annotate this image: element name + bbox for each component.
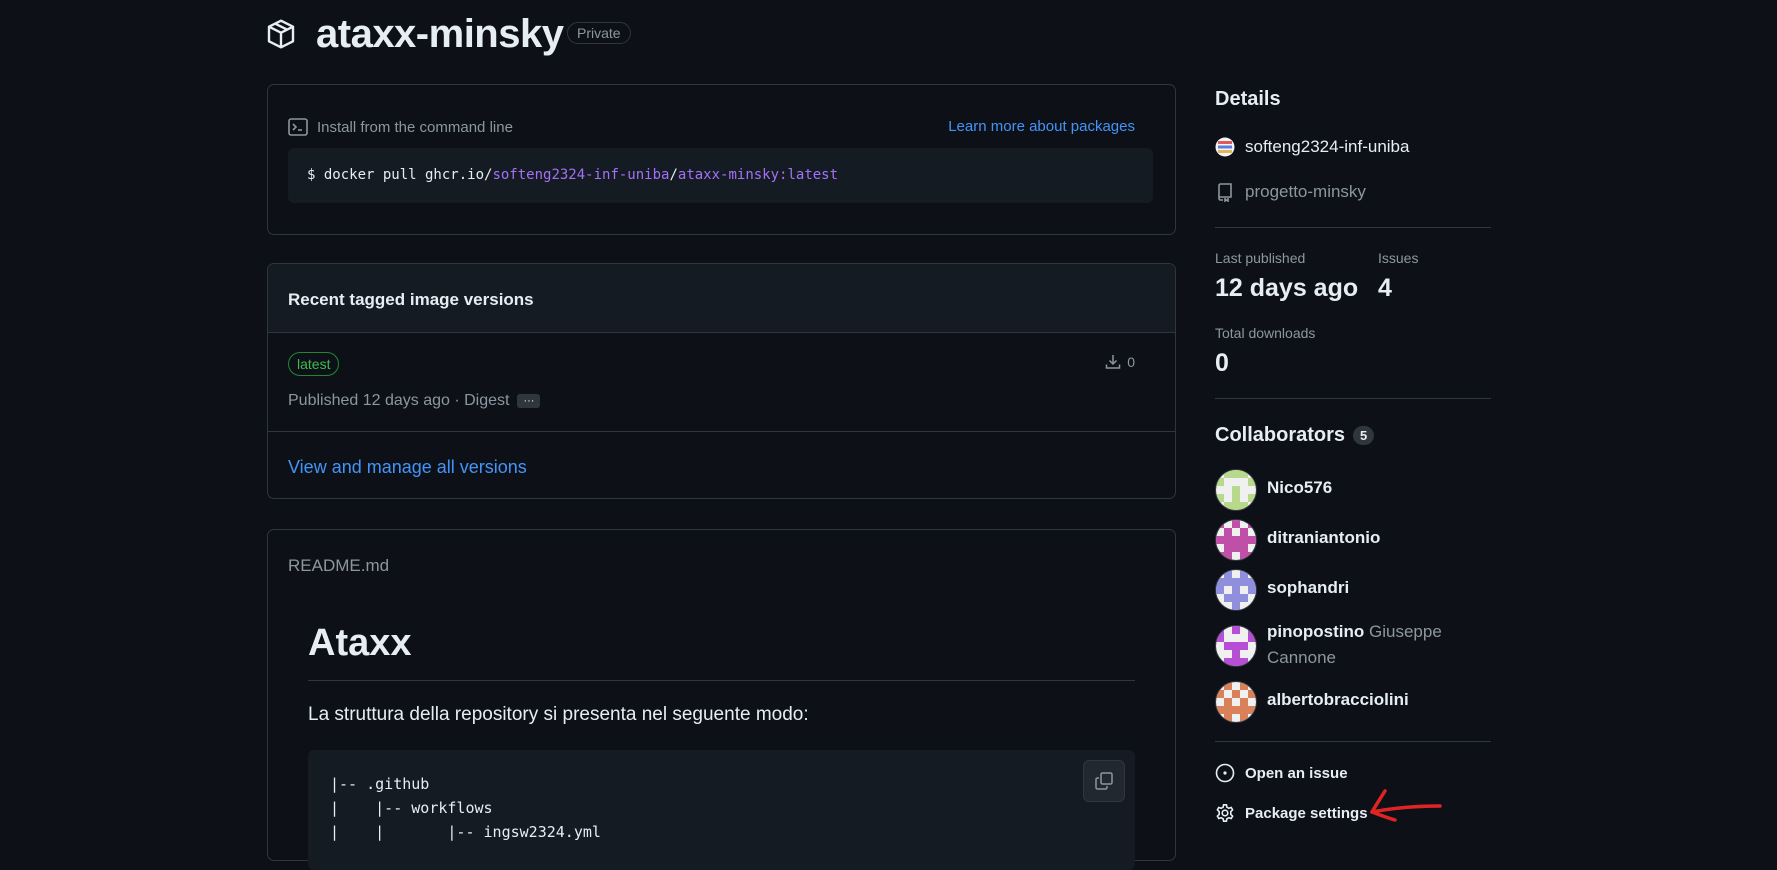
tag-latest[interactable]: latest xyxy=(288,352,340,376)
versions-title: Recent tagged image versions xyxy=(288,290,534,309)
install-label: Install from the command line xyxy=(288,118,513,136)
heading-rule xyxy=(308,680,1135,681)
repo-icon xyxy=(1218,183,1232,202)
code-line: |-- .github xyxy=(330,775,430,793)
page-title: ataxx-minsky xyxy=(316,12,564,56)
package-settings-link[interactable]: Package settings xyxy=(1215,803,1368,823)
collaborator-name: Nico576 xyxy=(1267,475,1332,501)
repo-name: progetto-minsky xyxy=(1245,182,1366,201)
readme-heading: Ataxx xyxy=(308,622,412,664)
collaborator-item[interactable]: ditraniantonio xyxy=(1215,519,1380,561)
collaborator-name: ditraniantonio xyxy=(1267,525,1380,551)
collaborators-title: Collaborators xyxy=(1215,424,1346,446)
org-avatar-icon xyxy=(1215,137,1235,157)
visibility-badge: Private xyxy=(567,22,631,44)
readme-paragraph: La struttura della repository si present… xyxy=(308,704,809,725)
sidebar-divider xyxy=(1215,227,1491,228)
version-downloads: 0 xyxy=(1105,354,1135,370)
versions-panel: Recent tagged image versions latest 0 Pu… xyxy=(267,263,1176,499)
copy-icon xyxy=(1095,772,1113,790)
code-block: |-- .github | |-- workflows | | |-- ingsw2… xyxy=(308,750,1135,870)
issues-label: Issues xyxy=(1378,250,1419,266)
collaborator-login: pinopostino xyxy=(1267,622,1365,641)
cmd-image: ataxx-minsky:latest xyxy=(677,167,839,183)
published-text: Published 12 days ago · Digest xyxy=(288,392,510,409)
package-icon xyxy=(267,19,295,49)
command-block[interactable]: $ docker pull ghcr.io/softeng2324-inf-un… xyxy=(288,148,1153,203)
details-title: Details xyxy=(1215,88,1281,110)
last-published-value: 12 days ago xyxy=(1215,274,1359,302)
cmd-owner: softeng2324-inf-uniba xyxy=(492,167,670,183)
total-downloads-label: Total downloads xyxy=(1215,325,1316,341)
learn-more-link[interactable]: Learn more about packages xyxy=(948,118,1135,135)
collaborator-item[interactable]: pinopostino Giuseppe Cannone xyxy=(1215,619,1457,671)
readme-filename: README.md xyxy=(288,556,390,575)
sidebar-divider xyxy=(1215,741,1491,742)
cmd-prefix: $ docker pull ghcr.io/ xyxy=(307,167,493,183)
terminal-icon xyxy=(288,118,308,136)
cmd-sep: / xyxy=(669,167,678,183)
repo-link[interactable]: progetto-minsky xyxy=(1215,182,1366,202)
last-published-label: Last published xyxy=(1215,250,1306,266)
annotation-arrow-icon xyxy=(1370,789,1442,822)
package-settings-label: Package settings xyxy=(1245,804,1368,822)
published-info: Published 12 days ago · Digest ··· xyxy=(288,392,541,410)
collaborator-login: albertobracciolini xyxy=(1267,690,1409,709)
readme-panel: README.md Ataxx La struttura della repos… xyxy=(267,529,1176,870)
download-icon xyxy=(1105,355,1121,369)
avatar xyxy=(1215,519,1257,561)
collaborators-heading: Collaborators 5 xyxy=(1215,424,1375,447)
collaborator-name: sophandri xyxy=(1267,575,1349,601)
collaborator-login: Nico576 xyxy=(1267,478,1333,497)
avatar xyxy=(1215,681,1257,723)
code-line: | | |-- ingsw2324.yml xyxy=(330,823,601,841)
collaborator-name: albertobracciolini xyxy=(1267,687,1409,713)
collaborators-count: 5 xyxy=(1353,426,1375,446)
collaborator-item[interactable]: sophandri xyxy=(1215,569,1349,611)
collaborator-login: ditraniantonio xyxy=(1267,528,1381,547)
avatar xyxy=(1215,625,1257,667)
collaborator-item[interactable]: albertobracciolini xyxy=(1215,681,1409,723)
install-label-text: Install from the command line xyxy=(317,118,513,136)
collaborator-item[interactable]: Nico576 xyxy=(1215,469,1332,511)
gear-icon xyxy=(1216,804,1234,822)
command-text: $ docker pull ghcr.io/softeng2324-inf-un… xyxy=(307,167,838,183)
collaborator-name: pinopostino Giuseppe Cannone xyxy=(1267,619,1457,671)
owner-name: softeng2324-inf-uniba xyxy=(1245,137,1410,156)
code-line: | |-- workflows xyxy=(330,799,493,817)
total-downloads-value: 0 xyxy=(1215,349,1229,377)
avatar xyxy=(1215,569,1257,611)
copy-button[interactable] xyxy=(1083,760,1125,802)
issues-value: 4 xyxy=(1378,274,1392,302)
open-issue-label: Open an issue xyxy=(1245,764,1348,782)
divider xyxy=(268,431,1175,432)
digest-expand-button[interactable]: ··· xyxy=(517,393,541,408)
owner-link[interactable]: softeng2324-inf-uniba xyxy=(1215,137,1409,157)
collaborator-login: sophandri xyxy=(1267,578,1350,597)
sidebar-divider xyxy=(1215,398,1491,399)
download-count: 0 xyxy=(1127,354,1135,370)
versions-header: Recent tagged image versions xyxy=(268,264,1175,333)
avatar xyxy=(1215,469,1257,511)
view-all-versions-link[interactable]: View and manage all versions xyxy=(288,457,527,478)
install-panel: Install from the command line Learn more… xyxy=(267,84,1176,235)
issue-opened-icon xyxy=(1215,763,1235,783)
open-issue-link[interactable]: Open an issue xyxy=(1215,763,1348,783)
code-text: |-- .github | |-- workflows | | |-- ingsw2… xyxy=(330,772,601,844)
